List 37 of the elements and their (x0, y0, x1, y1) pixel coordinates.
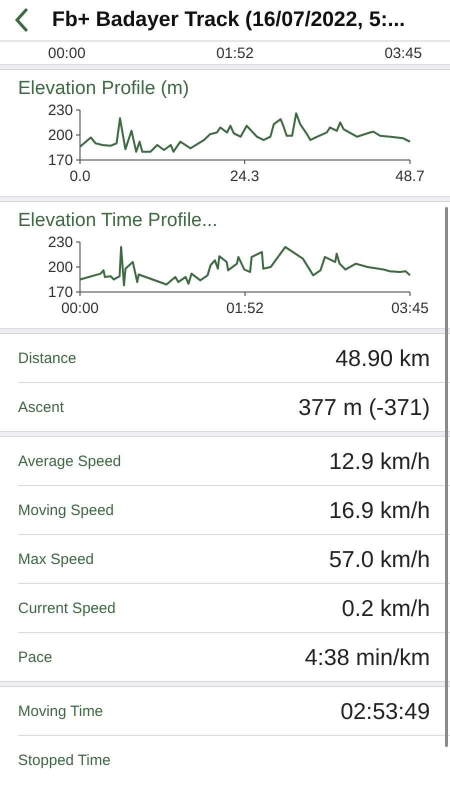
x-axis-label: 03:45 (391, 300, 429, 317)
x-axis-label: 48.7 (395, 168, 425, 185)
y-axis-label: 170 (48, 152, 73, 169)
x-axis-label: 01:52 (226, 300, 264, 317)
screen-title: Fb+ Badayer Track (16/07/2022, 5:... (52, 8, 406, 32)
chart-title: Elevation Profile (m) (18, 78, 190, 100)
stat-label: Ascent (18, 398, 64, 416)
stat-value: 4:38 min/km (304, 644, 430, 670)
stat-label: Stopped Time (18, 752, 111, 768)
stat-value: 02:53:49 (340, 698, 430, 724)
axis-tick-label: 01:52 (216, 44, 254, 62)
x-axis-label: 00:00 (61, 300, 99, 317)
stat-label: Moving Time (18, 702, 104, 720)
stat-value: 377 m (-371) (298, 394, 430, 420)
stat-value: 0.2 km/h (342, 594, 430, 622)
chart-title: Elevation Time Profile... (18, 210, 219, 232)
axis-tick-label: 03:45 (384, 44, 422, 62)
axis-tick-label: 00:00 (48, 44, 86, 62)
stat-label: Max Speed (18, 550, 94, 568)
stat-label: Distance (18, 350, 76, 366)
stat-label: Average Speed (18, 452, 122, 470)
y-axis-label: 170 (48, 284, 73, 301)
x-axis-label: 0.0 (70, 168, 90, 185)
y-axis-label: 230 (48, 102, 73, 119)
y-axis-label: 200 (48, 259, 73, 276)
back-button[interactable] (12, 6, 30, 34)
stat-value: 12.9 km/h (329, 448, 430, 474)
stat-label: Current Speed (18, 600, 116, 616)
y-axis-label: 200 (48, 127, 73, 144)
stat-value: 57.0 km/h (329, 546, 430, 572)
y-axis-label: 230 (48, 234, 73, 251)
x-axis-label: 24.3 (230, 168, 260, 185)
stat-label: Pace (18, 648, 52, 666)
back-chevron-icon (14, 8, 28, 32)
stat-value: 48.90 km (335, 344, 430, 372)
stat-label: Moving Speed (18, 502, 114, 518)
stat-value: 16.9 km/h (329, 496, 430, 524)
